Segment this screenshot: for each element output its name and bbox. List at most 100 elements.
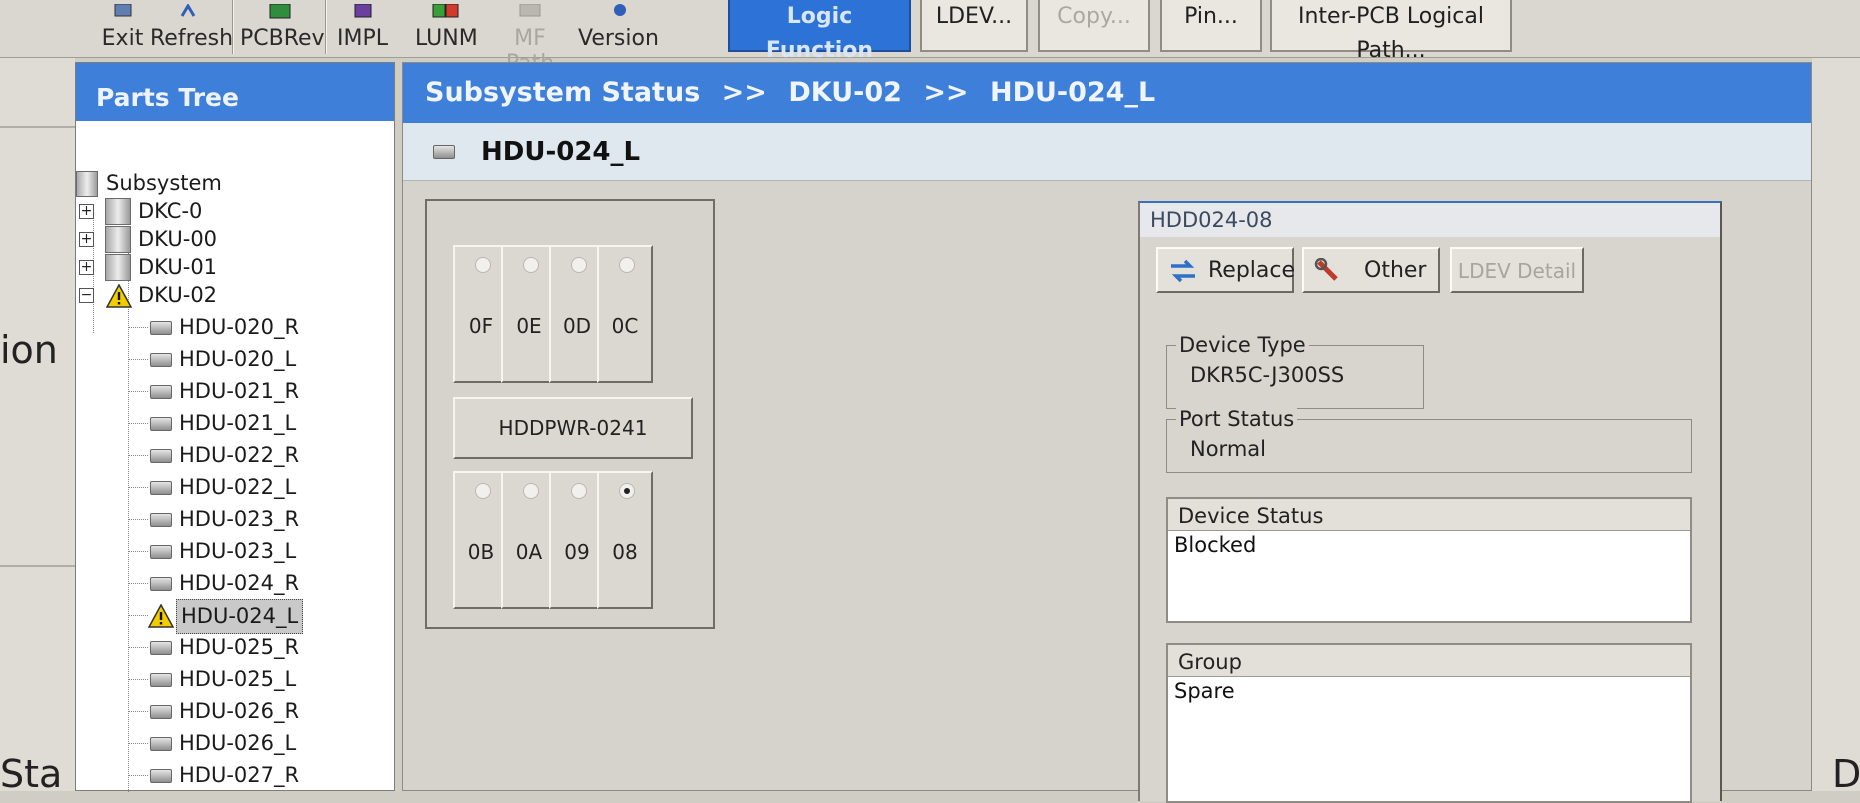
tree-connector xyxy=(128,583,148,584)
drive-unit-icon xyxy=(150,769,172,783)
expand-plus-icon[interactable]: + xyxy=(79,232,94,247)
tree-node-hdu[interactable]: HDU-025_R xyxy=(128,631,378,664)
group-list: Group Spare xyxy=(1166,643,1692,803)
tree-node-label: HDU-026_L xyxy=(179,731,297,755)
tree-connector xyxy=(128,391,148,392)
ldev-button[interactable]: LDEV... xyxy=(920,0,1028,52)
group-header: Group xyxy=(1168,645,1690,677)
tree-node-label: DKU-02 xyxy=(138,283,218,307)
breadcrumb-item[interactable]: Subsystem Status xyxy=(425,77,700,108)
lunm-label: LUNM xyxy=(415,26,478,51)
drive-unit-icon xyxy=(150,417,172,431)
replace-button[interactable]: Replace xyxy=(1156,247,1295,293)
tree-node-hdu[interactable]: HDU-023_L xyxy=(128,535,378,568)
copy-button[interactable]: Copy... xyxy=(1038,0,1150,52)
tree-connector xyxy=(128,711,148,712)
tree-node-hdu[interactable]: HDU-022_L xyxy=(128,471,378,504)
breadcrumb-item-current: HDU-024_L xyxy=(989,77,1156,108)
inter-pcb-logical-path-button[interactable]: Inter-PCB Logical Path... xyxy=(1270,0,1512,63)
pcbrev-label: PCBRev xyxy=(240,26,325,51)
cabinet-icon xyxy=(105,254,131,281)
background-text-fragment: D xyxy=(1832,752,1860,796)
tree-node-hdu[interactable]: HDU-020_R xyxy=(128,311,378,344)
impl-button[interactable]: IMPL xyxy=(335,0,390,54)
tree-node-hdu[interactable]: HDU-026_L xyxy=(128,727,378,760)
slot-status-led xyxy=(475,483,491,499)
drive-unit-icon xyxy=(150,353,172,367)
other-label: Other xyxy=(1364,258,1427,283)
pcbrev-button[interactable]: PCBRev xyxy=(240,0,325,54)
mf-path-button[interactable]: MF Path xyxy=(490,0,570,76)
tree-connector xyxy=(128,615,148,616)
tree-node-hdu[interactable]: HDU-023_R xyxy=(128,503,378,536)
tree-node-hdu[interactable]: HDU-025_L xyxy=(128,663,378,696)
tree-connector xyxy=(128,423,148,424)
subsystem-icon xyxy=(76,171,98,197)
hdd-power-unit[interactable]: HDDPWR-0241 xyxy=(453,397,693,459)
drive-slot-0c[interactable]: 0C xyxy=(597,245,653,383)
tree-node-label: HDU-025_L xyxy=(179,667,297,691)
drive-unit-icon xyxy=(150,641,172,655)
version-button[interactable]: Version xyxy=(578,0,659,54)
slot-label: 0C xyxy=(611,314,639,338)
collapse-minus-icon[interactable]: − xyxy=(79,288,94,303)
breadcrumb-separator: >> xyxy=(923,77,969,108)
drive-unit-icon xyxy=(150,545,172,559)
info-icon xyxy=(614,4,626,16)
component-title-bar: HDU-024_L xyxy=(403,123,1811,181)
background-text-fragment: ion xyxy=(0,328,58,372)
tree-node-label: HDU-021_L xyxy=(179,411,297,435)
ldev-detail-button[interactable]: LDEV Detail xyxy=(1450,247,1584,293)
tree-node-hdu[interactable]: HDU-024_R xyxy=(128,567,378,600)
tree-node-label: HDU-022_L xyxy=(179,475,297,499)
breadcrumb-item[interactable]: DKU-02 xyxy=(788,77,902,108)
slot-status-led xyxy=(571,483,587,499)
tree-node-hdu[interactable]: HDU-026_R xyxy=(128,695,378,728)
exit-label: Exit xyxy=(101,26,144,51)
chip-icon xyxy=(354,4,371,18)
drive-slot-08-selected[interactable]: 08 xyxy=(597,471,653,609)
tree-connector xyxy=(128,679,148,680)
lunm-button[interactable]: LUNM xyxy=(415,0,478,54)
tree-node-hdu[interactable]: HDU-021_R xyxy=(128,375,378,408)
tree-node-hdu[interactable]: HDU-027_R xyxy=(128,759,378,792)
cabinet-icon xyxy=(105,226,131,253)
tree-node-label: HDU-025_R xyxy=(179,635,300,659)
slot-status-led xyxy=(619,257,635,273)
toolbar: Exit Refresh PCBRev IMPL LUNM MF Path Ve… xyxy=(0,0,1860,76)
slot-status-led xyxy=(523,483,539,499)
path-icon xyxy=(519,4,541,17)
page-title: HDU-024_L xyxy=(481,137,641,167)
port-status-label: Port Status xyxy=(1176,407,1298,431)
tree-node-label: HDU-020_R xyxy=(179,315,300,339)
device-status-header: Device Status xyxy=(1168,499,1690,531)
tree-node-hdu-selected[interactable]: HDU-024_L xyxy=(128,599,378,634)
tree-node-hdu[interactable]: HDU-020_L xyxy=(128,343,378,376)
expand-plus-icon[interactable]: + xyxy=(79,260,94,275)
tree-connector xyxy=(128,775,148,776)
tree-node-label: HDU-024_L xyxy=(176,599,304,634)
breadcrumb-separator: >> xyxy=(721,77,767,108)
background-window-left-divider xyxy=(0,565,75,567)
drive-unit-icon xyxy=(150,705,172,719)
exit-button[interactable]: Exit xyxy=(95,0,150,54)
refresh-icon xyxy=(180,4,195,17)
pin-button[interactable]: Pin... xyxy=(1160,0,1262,52)
tree-node-dku-02[interactable]: − DKU-02 xyxy=(76,279,376,312)
tree-connector xyxy=(128,743,148,744)
slot-label: 08 xyxy=(612,540,638,564)
tree-node-hdu[interactable]: HDU-022_R xyxy=(128,439,378,472)
drive-unit-icon xyxy=(150,449,172,463)
refresh-button[interactable]: Refresh xyxy=(150,0,233,54)
tree-node-hdu[interactable]: HDU-021_L xyxy=(128,407,378,440)
expand-plus-icon[interactable]: + xyxy=(79,204,94,219)
slot-label: 0B xyxy=(467,540,495,564)
drive-unit-icon xyxy=(150,321,172,335)
slot-status-led xyxy=(523,257,539,273)
background-window-left-divider xyxy=(0,126,75,128)
device-status-value: Blocked xyxy=(1174,533,1257,557)
slot-label: 0A xyxy=(515,540,543,564)
tab-logic-function[interactable]: Logic Function xyxy=(728,0,911,63)
slot-label: 0D xyxy=(562,314,592,338)
other-button[interactable]: Other xyxy=(1302,247,1440,293)
